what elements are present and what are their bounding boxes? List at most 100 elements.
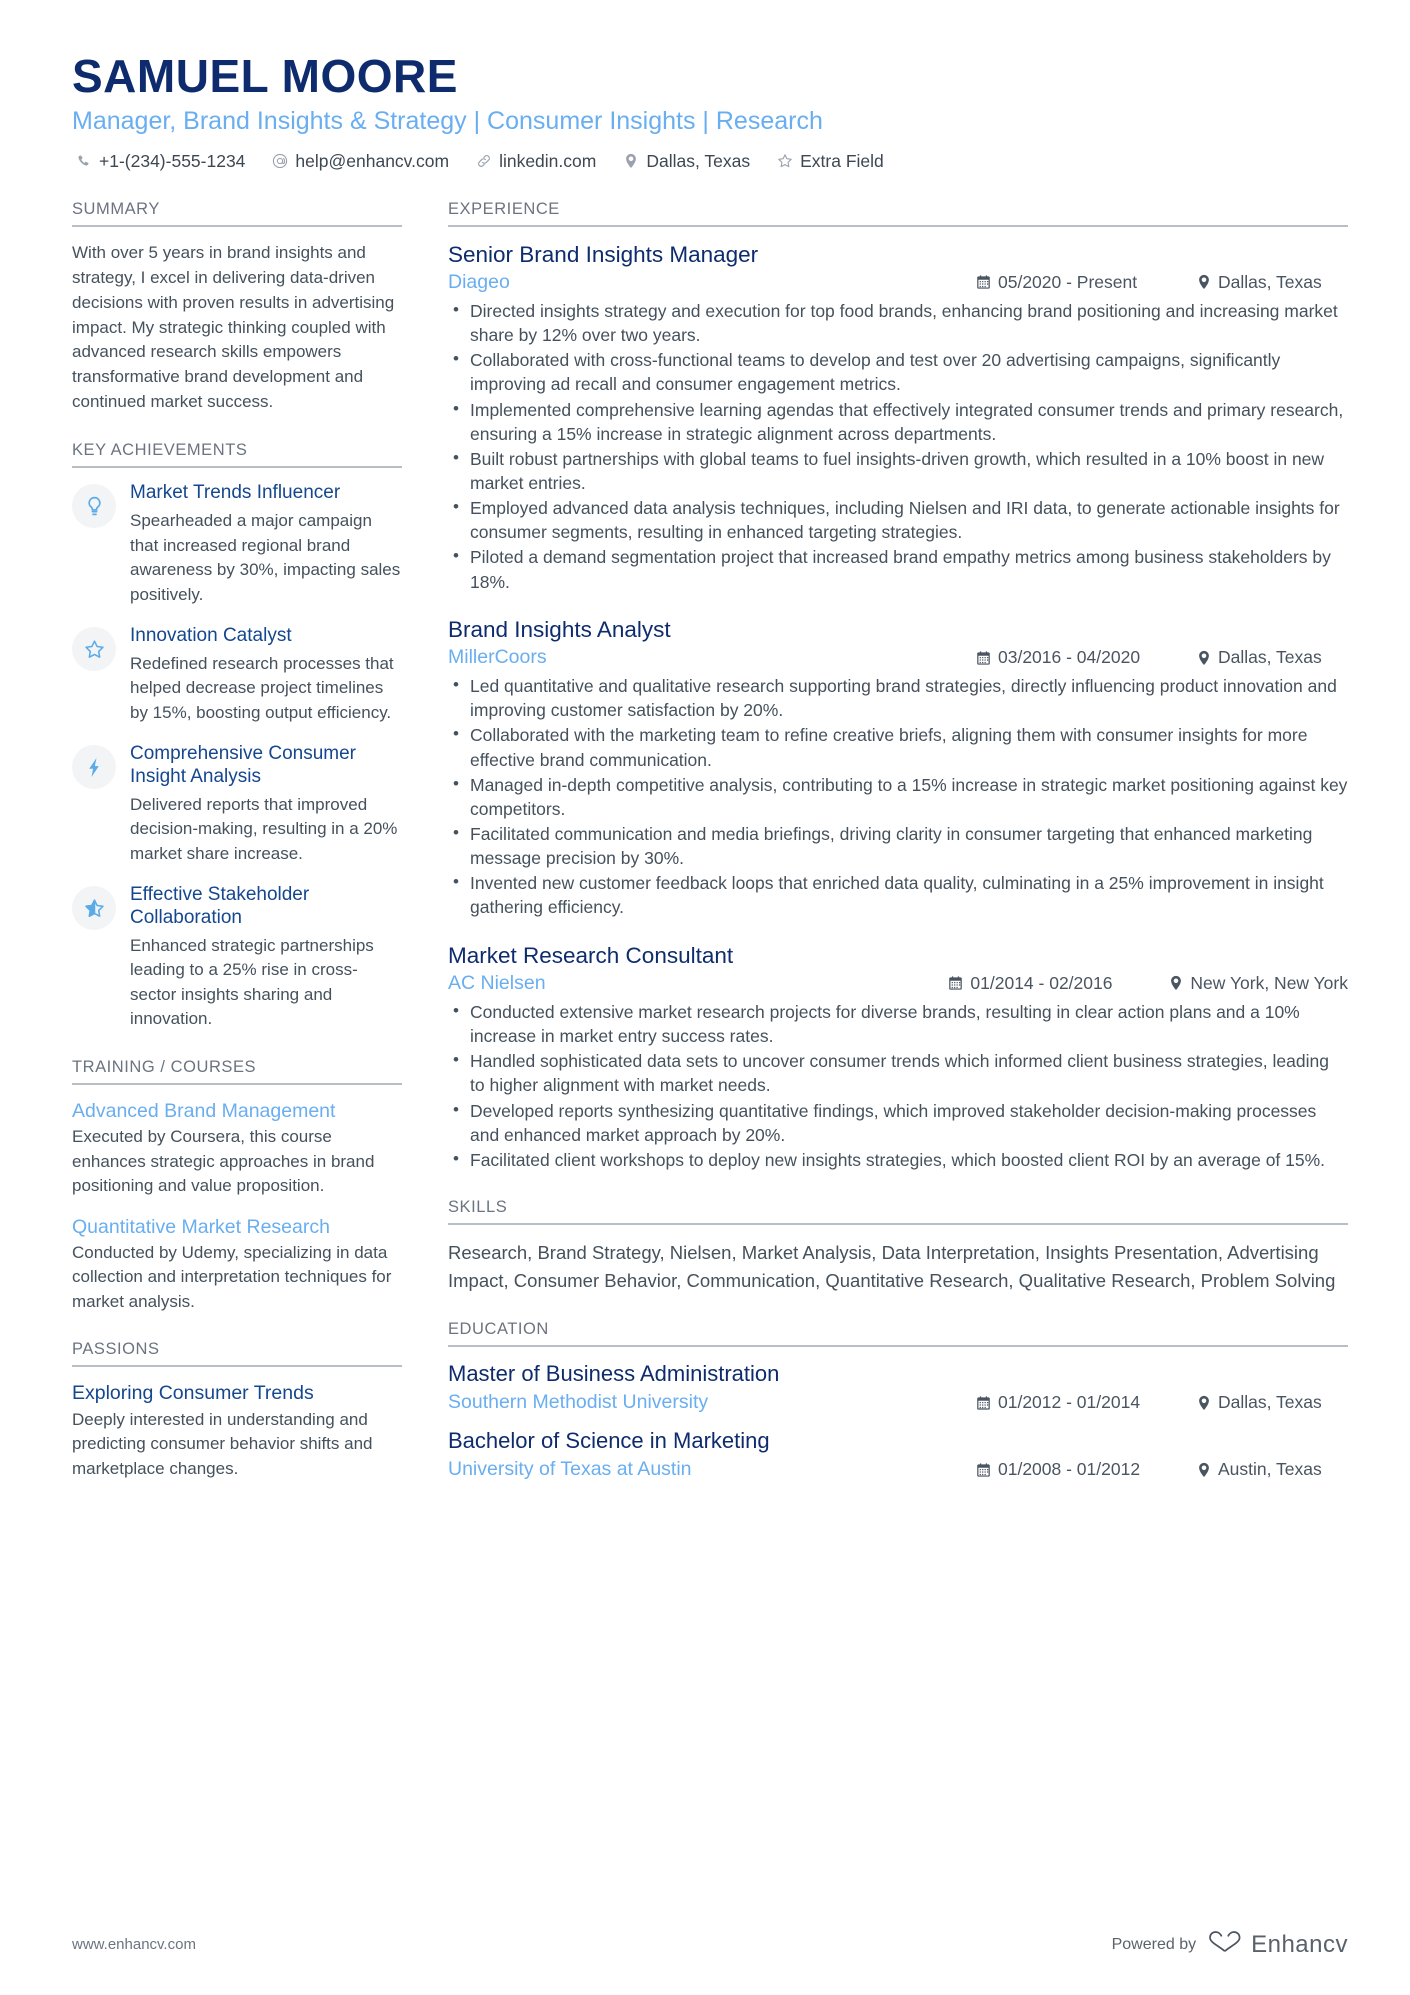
location-pin-icon [1196, 274, 1211, 290]
education-location-text: Austin, Texas [1218, 1459, 1322, 1480]
lightbulb-icon [86, 496, 103, 517]
job-title: Market Research Consultant [448, 942, 734, 968]
experience-item: Brand Insights Analyst MillerCoors 03/2016… [448, 616, 1348, 920]
job-location-text: Dallas, Texas [1218, 271, 1322, 292]
section-education: EDUCATION Master of Business Administrat… [448, 1320, 1348, 1481]
enhancv-wordmark: Enhancv [1251, 1930, 1348, 1958]
achievement-badge [72, 627, 116, 672]
job-bullet: Developed reports synthesizing quantitat… [448, 1098, 1348, 1147]
contact-item-3[interactable]: Dallas, Texas [622, 151, 750, 172]
job-bullet: Piloted a demand segmentation project th… [448, 544, 1348, 593]
contact-text: Dallas, Texas [646, 150, 751, 171]
main-column: EXPERIENCE Senior Brand Insights Manager… [448, 200, 1348, 1508]
achievement-description: Delivered reports that improved decision… [130, 794, 398, 863]
achievement-body: Effective Stakeholder Collaboration Enhan… [130, 884, 402, 1031]
section-passions: PASSIONS Exploring Consumer Trends Deeply… [72, 1340, 402, 1481]
passions-list: Exploring Consumer Trends Deeply interest… [72, 1381, 402, 1481]
contact-item-1[interactable]: help@enhancv.com [271, 151, 449, 172]
resume-page: SAMUEL MOORE Manager, Brand Insights & S… [0, 0, 1410, 1995]
section-heading-key-achievements: KEY ACHIEVEMENTS [72, 441, 402, 469]
course-description: Executed by Coursera, this course enhanc… [72, 1127, 375, 1196]
section-heading-experience: EXPERIENCE [448, 200, 1348, 227]
job-company[interactable]: Diageo [448, 271, 952, 294]
job-dates: 01/2014 - 02/2016 [948, 973, 1144, 994]
achievement-item: Market Trends Influencer Spearheaded a ma… [72, 482, 402, 607]
contact-row: +1-(234)-555-1234 help@enhancv.com linkedi… [72, 151, 1348, 172]
job-title: Brand Insights Analyst [448, 616, 671, 642]
education-dates-text: 01/2008 - 01/2012 [998, 1459, 1141, 1480]
achievement-item: Effective Stakeholder Collaboration Enhan… [72, 884, 402, 1031]
resume-footer: www.enhancv.com Powered by Enhancv [72, 1930, 1348, 1959]
calendar-icon [948, 975, 963, 991]
job-bullet-list: Conducted extensive market research proj… [448, 999, 1348, 1172]
calendar-icon [976, 650, 991, 666]
education-dates-text: 01/2012 - 01/2014 [998, 1392, 1141, 1413]
contact-text: +1-(234)-555-1234 [99, 150, 246, 171]
calendar-icon [976, 1462, 991, 1478]
job-dates-text: 01/2014 - 02/2016 [970, 972, 1113, 993]
resume-body: SUMMARY With over 5 years in brand insig… [72, 200, 1348, 1508]
job-bullet-list: Directed insights strategy and execution… [448, 298, 1348, 594]
course-title[interactable]: Advanced Brand Management [72, 1099, 402, 1123]
job-bullet-list: Led quantitative and qualitative researc… [448, 673, 1348, 919]
achievement-body: Innovation Catalyst Redefined research pr… [130, 625, 402, 725]
course-title[interactable]: Quantitative Market Research [72, 1215, 402, 1239]
education-meta-row: Southern Methodist University 01/2012 - 0… [448, 1391, 1348, 1414]
job-company[interactable]: MillerCoors [448, 646, 952, 669]
resume-header: SAMUEL MOORE Manager, Brand Insights & S… [72, 52, 1348, 172]
achievement-title: Market Trends Influencer [130, 482, 341, 504]
education-location-text: Dallas, Texas [1218, 1392, 1322, 1413]
job-dates: 05/2020 - Present [976, 272, 1172, 293]
achievement-item: Innovation Catalyst Redefined research pr… [72, 625, 402, 725]
education-school[interactable]: University of Texas at Austin [448, 1458, 952, 1481]
job-location-text: New York, New York [1190, 972, 1348, 993]
job-bullet: Conducted extensive market research proj… [448, 999, 1348, 1048]
location-pin-icon [1196, 1462, 1211, 1478]
job-meta-row: Diageo 05/2020 - Present Dallas, Texas [448, 271, 1348, 294]
job-bullet: Directed insights strategy and execution… [448, 298, 1348, 347]
section-heading-skills: SKILLS [448, 1198, 1348, 1225]
lightning-bolt-icon [87, 757, 101, 778]
contact-item-2[interactable]: linkedin.com [475, 151, 596, 172]
calendar-icon [976, 274, 991, 290]
training-list: Advanced Brand Management Executed by Cou… [72, 1099, 402, 1315]
contact-text: linkedin.com [499, 150, 597, 171]
passion-title: Exploring Consumer Trends [72, 1382, 314, 1405]
email-icon [271, 153, 288, 170]
course-item: Quantitative Market Research Conducted by… [72, 1215, 402, 1315]
star-icon [776, 153, 793, 170]
job-bullet: Collaborated with cross-functional teams… [448, 347, 1348, 396]
contact-item-0[interactable]: +1-(234)-555-1234 [75, 151, 245, 172]
job-location: Dallas, Texas [1196, 272, 1348, 293]
job-title: Senior Brand Insights Manager [448, 241, 759, 267]
education-school[interactable]: Southern Methodist University [448, 1391, 952, 1414]
achievement-title: Comprehensive Consumer Insight Analysis [130, 743, 356, 788]
calendar-icon [976, 1395, 991, 1411]
job-bullet: Handled sophisticated data sets to uncov… [448, 1048, 1348, 1097]
achievement-description: Spearheaded a major campaign that increa… [130, 511, 401, 604]
achievement-title: Effective Stakeholder Collaboration [130, 884, 310, 929]
job-bullet: Managed in-depth competitive analysis, c… [448, 772, 1348, 821]
contact-item-4[interactable]: Extra Field [776, 151, 884, 172]
achievement-item: Comprehensive Consumer Insight Analysis D… [72, 743, 402, 866]
section-heading-training: TRAINING / COURSES [72, 1058, 402, 1085]
education-dates: 01/2008 - 01/2012 [976, 1459, 1172, 1480]
footer-website-url[interactable]: www.enhancv.com [72, 1936, 196, 1953]
achievement-description: Enhanced strategic partnerships leading … [130, 935, 374, 1029]
job-dates: 03/2016 - 04/2020 [976, 647, 1172, 668]
star-outline-icon [84, 639, 105, 660]
achievement-body: Comprehensive Consumer Insight Analysis D… [130, 743, 402, 866]
job-bullet: Employed advanced data analysis techniqu… [448, 495, 1348, 544]
job-meta-row: MillerCoors 03/2016 - 04/2020 Dallas, Texa… [448, 646, 1348, 669]
achievement-badge [72, 484, 116, 529]
job-meta-row: AC Nielsen 01/2014 - 02/2016 New York, New… [448, 972, 1348, 995]
column-gap [402, 200, 448, 1508]
job-company[interactable]: AC Nielsen [448, 972, 924, 995]
job-bullet: Led quantitative and qualitative researc… [448, 673, 1348, 722]
education-item: Master of Business Administration Souther… [448, 1361, 1348, 1414]
section-heading-education: EDUCATION [448, 1320, 1348, 1348]
section-key-achievements: KEY ACHIEVEMENTS Market Trends Influence… [72, 441, 402, 1031]
achievement-description: Redefined research processes that helped… [130, 653, 394, 722]
achievements-list: Market Trends Influencer Spearheaded a ma… [72, 482, 402, 1031]
section-skills: SKILLS Research, Brand Strategy, Nielsen… [448, 1198, 1348, 1295]
